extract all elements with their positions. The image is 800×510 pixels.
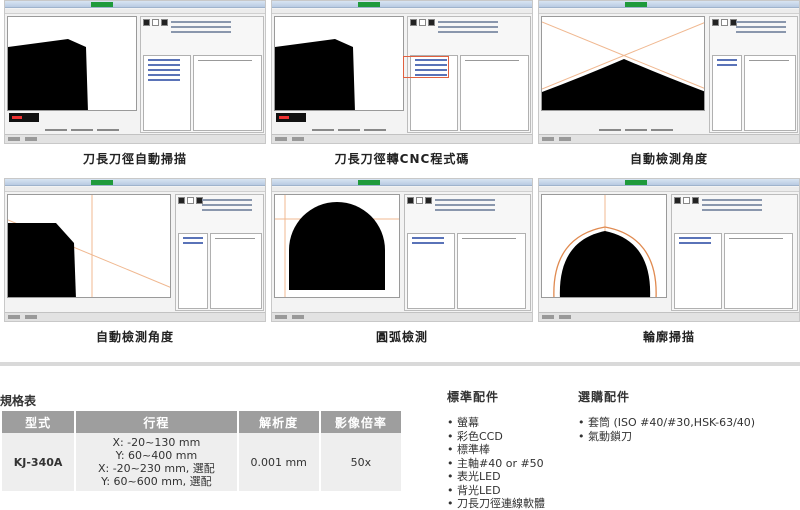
camera-view [7, 16, 137, 111]
col-header-resolution: 解析度 [238, 411, 319, 433]
camera-view [274, 194, 400, 298]
gallery-item[interactable]: 自動檢測角度 [538, 0, 800, 167]
gallery-caption: 自動檢測角度 [95, 330, 174, 344]
list-item: 套筒 (ISO #40/#30,HSK-63/40) [578, 416, 755, 430]
col-header-model: 型式 [2, 411, 75, 433]
screenshot-gallery: 刀長刀徑自動掃描 刀長刀徑轉CNC程式碼 自動檢測角度 自動檢測角度 圓弧檢測 … [0, 0, 800, 345]
cell-model: KJ-340A [2, 433, 75, 491]
cell-magnification: 50x [320, 433, 401, 491]
window-titlebar [539, 1, 799, 8]
window-menubar [272, 187, 532, 192]
software-screenshot[interactable] [538, 178, 800, 322]
window-titlebar [272, 179, 532, 186]
taskbar [539, 134, 799, 143]
section-divider [0, 362, 800, 366]
coordinate-readout [9, 113, 39, 122]
list-item: 彩色CCD [447, 430, 545, 444]
list-item: 背光LED [447, 484, 545, 498]
window-menubar [5, 187, 265, 192]
table-row: KJ-340A X: -20~130 mm Y: 60~400 mm X: -2… [2, 433, 401, 491]
list-item: 表光LED [447, 470, 545, 484]
camera-view [274, 16, 404, 111]
measurement-panel [175, 194, 264, 311]
gallery-caption: 刀長刀徑自動掃描 [82, 152, 187, 166]
gallery-caption: 自動檢測角度 [629, 152, 708, 166]
gallery-item[interactable]: 圓弧檢測 [271, 178, 533, 345]
list-item: 刀長刀徑連線軟體 [447, 497, 545, 510]
software-screenshot[interactable] [4, 0, 266, 144]
coordinate-readout [276, 113, 306, 122]
measurement-panel [404, 194, 531, 311]
software-screenshot[interactable] [271, 178, 533, 322]
stroke-line: X: -20~130 mm [112, 436, 201, 449]
col-header-stroke: 行程 [76, 411, 237, 433]
col-header-magnification: 影像倍率 [320, 411, 401, 433]
standard-accessories-list: 螢幕 彩色CCD 標準棒 主軸#40 or #50 表光LED 背光LED 刀長… [447, 416, 545, 510]
gallery-item[interactable]: 輪廓掃描 [538, 178, 800, 345]
window-titlebar [5, 179, 265, 186]
taskbar [5, 134, 265, 143]
measurement-panel [709, 16, 798, 133]
software-screenshot[interactable] [271, 0, 533, 144]
taskbar [272, 134, 532, 143]
spec-table-header-row: 型式 行程 解析度 影像倍率 [2, 411, 401, 433]
camera-view [7, 194, 171, 298]
software-screenshot[interactable] [4, 178, 266, 322]
taskbar [272, 312, 532, 321]
list-item: 氣動鎖刀 [578, 430, 755, 444]
window-titlebar [539, 179, 799, 186]
window-titlebar [272, 1, 532, 8]
gallery-caption: 輪廓掃描 [642, 330, 695, 344]
spec-table: 型式 行程 解析度 影像倍率 KJ-340A X: -20~130 mm Y: … [0, 411, 403, 491]
window-menubar [539, 9, 799, 14]
optional-accessories-list: 套筒 (ISO #40/#30,HSK-63/40) 氣動鎖刀 [578, 416, 755, 443]
stroke-line: Y: 60~600 mm, 選配 [101, 475, 212, 488]
cell-resolution: 0.001 mm [238, 433, 319, 491]
highlight-box [403, 56, 449, 78]
list-item: 標準棒 [447, 443, 545, 457]
list-item: 螢幕 [447, 416, 545, 430]
spec-table-title: 規格表 [0, 394, 37, 408]
software-screenshot[interactable] [538, 0, 800, 144]
gallery-item[interactable]: 自動檢測角度 [4, 178, 266, 345]
window-menubar [5, 9, 265, 14]
taskbar [539, 312, 799, 321]
window-menubar [272, 9, 532, 14]
measurement-panel [140, 16, 264, 133]
measurement-panel [671, 194, 798, 311]
gallery-caption: 圓弧檢測 [375, 330, 428, 344]
window-menubar [539, 187, 799, 192]
gallery-item[interactable]: 刀長刀徑轉CNC程式碼 [271, 0, 533, 167]
gallery-caption: 刀長刀徑轉CNC程式碼 [334, 152, 470, 166]
optional-accessories-title: 選購配件 [578, 390, 631, 404]
camera-view [541, 16, 705, 111]
cell-stroke: X: -20~130 mm Y: 60~400 mm X: -20~230 mm… [76, 433, 237, 491]
camera-view [541, 194, 667, 298]
standard-accessories-title: 標準配件 [447, 390, 500, 404]
list-item: 主軸#40 or #50 [447, 457, 545, 471]
window-titlebar [5, 1, 265, 8]
stroke-line: X: -20~230 mm, 選配 [97, 462, 215, 475]
stroke-line: Y: 60~400 mm [115, 449, 198, 462]
taskbar [5, 312, 265, 321]
gallery-item[interactable]: 刀長刀徑自動掃描 [4, 0, 266, 167]
